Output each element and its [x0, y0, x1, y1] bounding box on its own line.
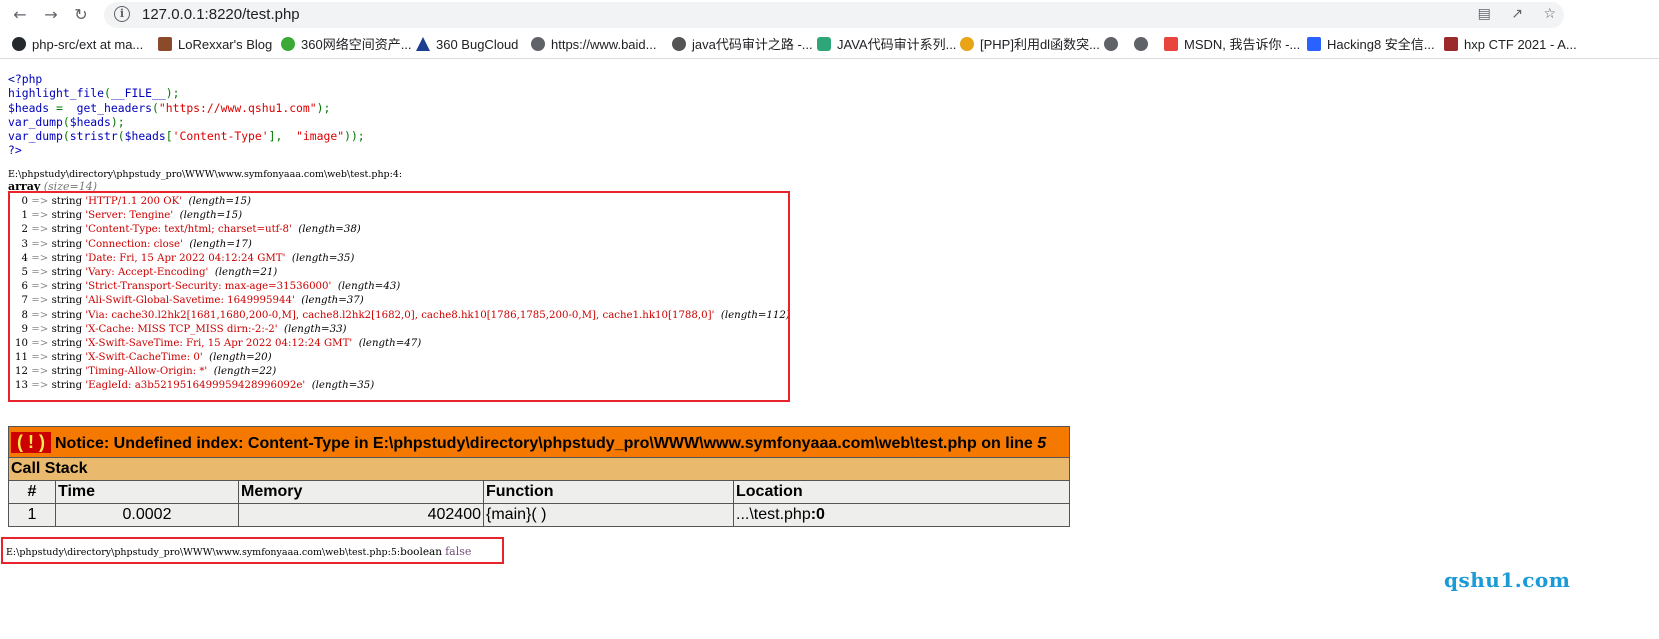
360-icon — [281, 37, 295, 51]
globe-icon — [531, 37, 545, 51]
notice-header: ( ! ) Notice: Undefined index: Content-Ty… — [8, 426, 1070, 458]
msdn-icon — [1164, 37, 1178, 51]
java-icon — [672, 37, 686, 51]
bugcloud-icon — [416, 37, 430, 51]
call-stack-heading: Call Stack — [8, 457, 1070, 481]
site-info-icon[interactable]: i — [114, 6, 130, 22]
bookmark-item[interactable]: php-src/ext at ma... — [12, 36, 143, 54]
ctf-icon — [1444, 37, 1458, 51]
column-header: Function — [483, 480, 734, 504]
url-text[interactable]: 127.0.0.1:8220/test.php — [142, 6, 300, 23]
table-row: 1 0.0002 402400 {main}( ) ...\test.php:0 — [8, 503, 1070, 527]
dump-file-path: E:\phpstudy\directory\phpstudy_pro\WWW\w… — [8, 169, 403, 180]
github-icon — [12, 37, 26, 51]
translate-icon[interactable]: ▤ — [1478, 6, 1491, 22]
php-icon — [960, 37, 974, 51]
table-cell: {main}( ) — [483, 503, 734, 527]
bookmark-item[interactable]: MSDN, 我告诉你 -... — [1164, 36, 1300, 54]
bookmark-item[interactable]: 360网络空间资产... — [281, 36, 412, 54]
highlight-box — [8, 191, 790, 402]
blog-icon — [158, 37, 172, 51]
address-bar[interactable]: i 127.0.0.1:8220/test.php ▤ ↗ ☆ — [104, 2, 1564, 28]
table-cell: 1 — [8, 503, 56, 527]
php-source-code: <?php highlight_file(__FILE__); $heads = g… — [8, 72, 365, 158]
table-cell: 0.0002 — [55, 503, 239, 527]
bookmark-item[interactable]: hxp CTF 2021 - A... — [1444, 36, 1577, 54]
table-cell: 402400 — [238, 503, 484, 527]
globe-icon — [1134, 37, 1148, 51]
hacking8-icon — [1307, 37, 1321, 51]
bookmark-item[interactable] — [1104, 36, 1124, 54]
column-header: Location — [733, 480, 1070, 504]
bookmark-item[interactable]: LoRexxar's Blog — [158, 36, 272, 54]
code-line: $heads = get_headers("https://www.qshu1.… — [8, 100, 331, 115]
column-header: Memory — [238, 480, 484, 504]
column-header: Time — [55, 480, 239, 504]
bookmark-item[interactable]: [PHP]利用dl函数突... — [960, 36, 1100, 54]
bookmark-item[interactable]: JAVA代码审计系列... — [817, 36, 956, 54]
reload-icon[interactable]: ↻ — [70, 4, 92, 26]
xdebug-notice-table: ( ! ) Notice: Undefined index: Content-Ty… — [8, 426, 1070, 527]
back-arrow-icon[interactable]: ← — [9, 4, 31, 26]
forward-arrow-icon[interactable]: → — [40, 4, 62, 26]
share-icon[interactable]: ↗ — [1511, 6, 1523, 22]
highlight-box — [1, 537, 504, 564]
globe-icon — [1104, 37, 1118, 51]
browser-toolbar: ← → ↻ i 127.0.0.1:8220/test.php ▤ ↗ ☆ — [0, 0, 1659, 31]
bookmark-item[interactable]: Hacking8 安全信... — [1307, 36, 1435, 54]
warning-icon: ( ! ) — [11, 431, 51, 453]
bookmark-item[interactable]: https://www.baid... — [531, 36, 657, 54]
code-line: highlight_file(__FILE__); — [8, 86, 180, 101]
bookmark-item[interactable]: 360 BugCloud — [416, 36, 518, 54]
bookmarks-bar: php-src/ext at ma... LoRexxar's Blog 360… — [0, 33, 1659, 59]
column-header: # — [8, 480, 56, 504]
watermark: qshu1.com — [1444, 568, 1571, 592]
bookmark-item[interactable] — [1134, 36, 1154, 54]
article-icon — [817, 37, 831, 51]
code-line: var_dump($heads); — [8, 114, 125, 129]
code-line: <?php — [8, 72, 43, 86]
code-line: ?> — [8, 143, 22, 158]
location-link[interactable]: ...\test.php — [736, 506, 811, 523]
bookmark-item[interactable]: java代码审计之路 -... — [672, 36, 813, 54]
table-cell: ...\test.php:0 — [733, 503, 1070, 527]
bookmark-star-icon[interactable]: ☆ — [1543, 6, 1556, 22]
code-line: var_dump(stristr($heads['Content-Type'],… — [8, 129, 365, 144]
